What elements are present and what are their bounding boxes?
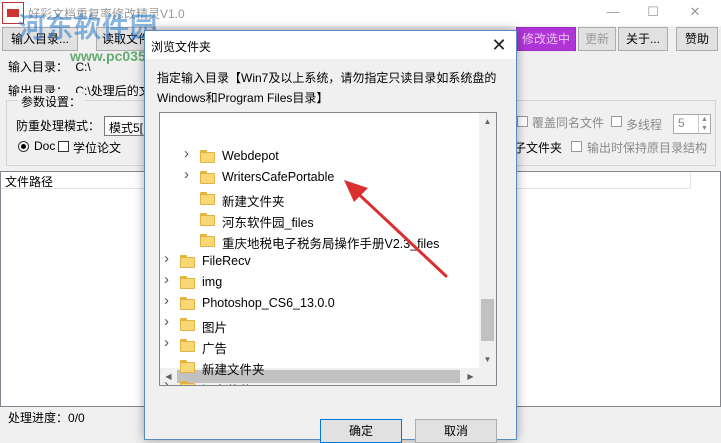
folder-icon (200, 234, 215, 247)
folder-tree-item-label: 新建文件夹 (202, 363, 265, 377)
doc-radio-label: Doc (34, 139, 56, 153)
folder-tree-item[interactable]: › 广告 (164, 335, 484, 357)
folder-tree-item-label: 图片 (202, 321, 228, 335)
dedupe-mode-select[interactable]: 模式5[ (104, 116, 148, 136)
thread-count-value: 5 (678, 116, 685, 130)
folder-tree-item-label: 新建文件夹 (222, 195, 285, 209)
scroll-up-icon[interactable]: ▲ (479, 113, 496, 130)
folder-tree-item-label: FileRecv (202, 254, 251, 268)
ok-button[interactable]: 确定 (320, 419, 402, 443)
dedupe-mode-label: 防重处理模式： (16, 119, 101, 133)
status-label: 处理进度： (8, 411, 69, 425)
folder-tree-item-label: img (202, 275, 223, 289)
dialog-title: 浏览文件夹 (151, 40, 212, 54)
thread-count-spinner[interactable]: 5 ▲ ▼ (673, 114, 711, 134)
folder-icon (180, 297, 195, 310)
thesis-checkbox-label: 学位论文 (73, 141, 122, 155)
folder-icon (200, 171, 215, 184)
sponsor-button[interactable]: 赞助 (676, 27, 718, 51)
folder-tree-item-label: 广告 (202, 342, 228, 356)
subfolder-label: 子文件夹 (514, 141, 563, 155)
multithread-label: 多线程 (626, 118, 663, 132)
expand-chevron-icon[interactable]: › (164, 377, 174, 385)
dialog-close-icon[interactable]: ✕ (486, 33, 512, 57)
expand-chevron-icon[interactable]: › (184, 146, 194, 161)
folder-tree-item-label: Webdepot (222, 149, 279, 163)
folder-tree-item[interactable]: › Webdepot (184, 146, 496, 168)
folder-tree-item-label: 河东软件园_files (222, 216, 314, 230)
input-dir-row: 输入目录： C:\ (8, 58, 91, 75)
spinner-arrows-icon[interactable]: ▲ ▼ (698, 115, 710, 133)
keep-structure-label: 输出时保持原目录结构 (587, 141, 708, 155)
dialog-prompt: 指定输入目录【Win7及以上系统，请勿指定只读目录如系统盘的Windows和Pr… (157, 71, 497, 105)
expand-chevron-icon[interactable]: › (164, 272, 174, 287)
params-legend: 参数设置： (17, 93, 86, 110)
dialog-titlebar: 浏览文件夹 ✕ (145, 31, 516, 59)
red-annotation-arrow-icon (344, 180, 448, 278)
cancel-button[interactable]: 取消 (415, 419, 497, 443)
output-dir-value: C:\处理后的文 (75, 84, 151, 98)
folder-tree-item[interactable]: › Photoshop_CS6_13.0.0 (164, 293, 484, 315)
expand-chevron-icon[interactable]: › (164, 335, 174, 350)
modify-documents-button[interactable]: 修改选中文档 (516, 27, 576, 51)
about-button[interactable]: 关于... (618, 27, 668, 51)
thesis-checkbox[interactable] (58, 141, 69, 152)
folder-icon (180, 339, 195, 352)
folder-icon (180, 255, 195, 268)
folder-icon (200, 192, 215, 205)
keep-structure-checkbox[interactable] (571, 141, 582, 152)
watermark-logo: 河东软件园 (18, 13, 158, 44)
folder-icon (180, 276, 195, 289)
overwrite-checkbox[interactable] (517, 116, 528, 127)
folder-tree-item-label: WritersCafePortable (222, 170, 335, 184)
folder-icon (180, 318, 195, 331)
folder-tree-item-label: Photoshop_CS6_13.0.0 (202, 296, 335, 310)
folder-icon (200, 213, 215, 226)
folder-tree-item-label: 河东软件园 (202, 380, 265, 385)
close-icon[interactable]: ✕ (680, 3, 710, 21)
minimize-icon[interactable]: — (598, 3, 628, 21)
expand-chevron-icon[interactable]: › (164, 293, 174, 308)
expand-chevron-icon[interactable]: › (184, 167, 194, 182)
doc-radio[interactable] (18, 141, 29, 152)
status-bar: 处理进度：0/0 (8, 409, 85, 426)
status-value: 0/0 (68, 411, 85, 425)
folder-tree-item[interactable]: › 图片 (164, 314, 484, 336)
folder-tree-item[interactable]: › 河东软件园 (164, 377, 484, 385)
update-button[interactable]: 更新 (578, 27, 616, 51)
folder-tree-item[interactable]: 新建文件夹 (164, 357, 484, 378)
overwrite-label: 覆盖同名文件 (532, 116, 605, 130)
maximize-icon[interactable]: ☐ (638, 3, 668, 21)
folder-icon (200, 150, 215, 163)
input-dir-value: C:\ (75, 60, 91, 74)
folder-icon (180, 381, 195, 385)
expand-chevron-icon[interactable]: › (164, 314, 174, 329)
expand-chevron-icon[interactable]: › (164, 251, 174, 266)
input-dir-label: 输入目录： (8, 60, 69, 74)
multithread-checkbox[interactable] (611, 116, 622, 127)
folder-icon (180, 360, 195, 373)
